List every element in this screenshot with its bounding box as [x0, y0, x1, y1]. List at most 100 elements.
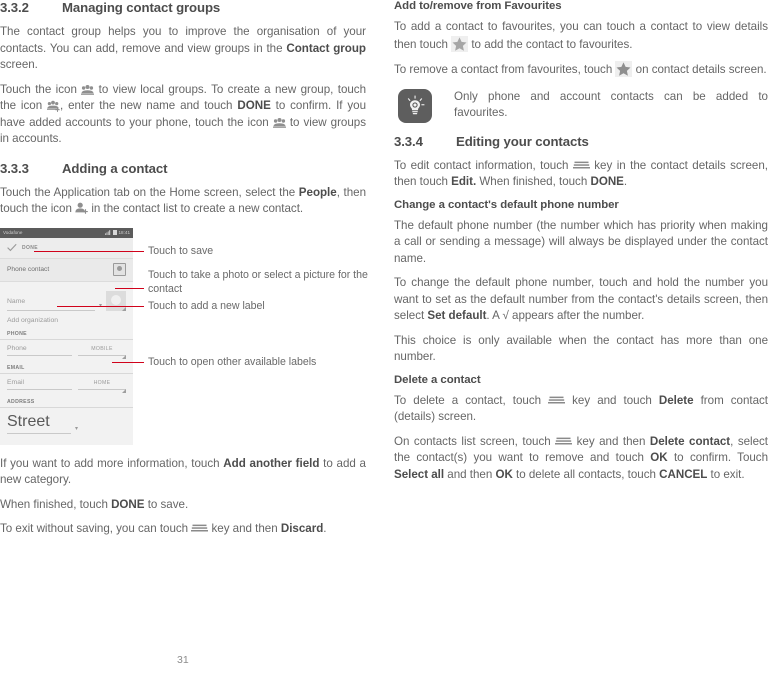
section-number: 3.3.4	[394, 133, 423, 149]
text-run: To delete a contact, touch	[394, 393, 549, 407]
street-chevron-down-icon[interactable]: ▾	[75, 425, 78, 434]
phone-done-bar[interactable]: DONE	[0, 237, 133, 259]
subheading-favourites: Add to/remove from Favourites	[394, 0, 562, 12]
text-run: . A	[486, 309, 503, 322]
bold-run: Delete contact	[649, 434, 731, 448]
signal-icon	[104, 230, 111, 235]
text-run: When finished, touch	[476, 175, 591, 188]
menu-key-icon	[555, 435, 573, 446]
name-placeholder: Name	[7, 297, 26, 305]
text-run: to delete all contacts, touch	[512, 467, 660, 481]
text-run: Touch the Application tab on the Home sc…	[0, 185, 299, 199]
text-run: to exit.	[707, 467, 745, 481]
text-run: key and then	[208, 522, 281, 535]
callout-line-other-labels	[112, 361, 144, 364]
phone-screenshot: Vodafone 18:41 DONE Phone contact Name A…	[0, 227, 133, 445]
bold-run: DONE	[111, 497, 145, 511]
group-accounts-icon	[272, 117, 286, 128]
text-run: key and touch	[565, 393, 659, 407]
tip-text: Only phone and account contacts can be a…	[454, 89, 768, 120]
text-run: To exit without saving, you can touch	[0, 522, 192, 535]
text-run: When finished, touch	[0, 497, 112, 511]
bold-run: DONE	[590, 175, 624, 188]
section-title: Managing contact groups	[62, 0, 221, 15]
email-label-dropdown[interactable]: HOME	[78, 380, 126, 393]
right-page-column: Add to/remove from Favourites To add a c…	[384, 0, 768, 674]
callout-label-save: Touch to save	[148, 244, 214, 257]
section-header-phone: PHONE	[0, 327, 133, 340]
star-icon	[451, 35, 469, 52]
contact-photo-button[interactable]	[106, 290, 126, 311]
paragraph-add-favourite: To add a contact to favourites, you can …	[394, 19, 768, 53]
add-organization-field[interactable]: Add organization	[0, 311, 133, 327]
phone-number-row[interactable]: Phone MOBILE	[0, 340, 133, 359]
menu-key-icon	[191, 522, 209, 533]
pobox-row[interactable]: PO box	[0, 434, 133, 445]
text-run: To edit contact information, touch	[394, 158, 573, 172]
text-run: to confirm. Touch	[667, 451, 768, 464]
text-run: to add the contact to favourites.	[468, 37, 633, 51]
group-icon	[81, 84, 95, 95]
callout-line-label	[57, 305, 144, 308]
paragraph-delete-multiple: On contacts list screen, touch key and t…	[394, 434, 768, 484]
carrier-label: Vodafone	[3, 230, 23, 235]
bold-run: Contact group	[286, 41, 366, 55]
account-label: Phone contact	[7, 266, 50, 273]
street-row[interactable]: Street ▾	[0, 408, 133, 434]
callout-line-photo	[115, 287, 144, 290]
paragraph-add-another-field: If you want to add more information, tou…	[0, 456, 366, 489]
text-run: appears after the number.	[508, 309, 645, 322]
text-run: , enter the new name and touch	[60, 99, 238, 112]
text-run: Touch the icon	[0, 82, 82, 96]
paragraph-remove-favourite: To remove a contact from favourites, tou…	[394, 61, 768, 79]
paragraph-edit-contact: To edit contact information, touch key i…	[394, 158, 768, 191]
phone-input[interactable]: Phone	[7, 345, 72, 356]
bold-run: Edit.	[451, 175, 477, 188]
subheading-default-number: Change a contact's default phone number	[394, 198, 619, 211]
callout-label-other-labels: Touch to open other available labels	[148, 355, 317, 368]
left-page-column: 3.3.2 Managing contact groups The contac…	[0, 0, 384, 674]
text-run: on contact details screen.	[632, 63, 767, 76]
paragraph-adding-contact: Touch the Application tab on the Home sc…	[0, 185, 366, 218]
paragraph-exit-without-saving: To exit without saving, you can touch ke…	[0, 521, 366, 538]
bold-run: OK	[495, 467, 513, 481]
bold-run: Add another field	[223, 456, 320, 470]
star-filled-icon	[615, 61, 633, 77]
text-run: If you want to add more information, tou…	[0, 456, 224, 470]
text-run: On contacts list screen, touch	[394, 434, 556, 448]
bold-run: Select all	[394, 467, 445, 481]
check-icon	[7, 241, 17, 255]
bold-run: DONE	[237, 99, 271, 112]
callout-label-new-label: Touch to add a new label	[148, 299, 265, 312]
page-number-left: 31	[177, 654, 189, 666]
group-add-icon	[47, 100, 60, 112]
bold-run: Set default	[427, 309, 487, 322]
bold-run: CANCEL	[659, 467, 708, 481]
phone-account-row[interactable]: Phone contact	[0, 258, 133, 282]
section-header-address: ADDRESS	[0, 395, 133, 408]
battery-icon	[112, 230, 117, 235]
text-run: and then	[444, 467, 496, 481]
email-row[interactable]: Email HOME	[0, 374, 133, 393]
text-run: To remove a contact from favourites, tou…	[394, 63, 616, 76]
menu-key-icon	[548, 394, 566, 405]
name-input[interactable]: Name	[7, 290, 95, 311]
clock-label: 18:41	[118, 230, 131, 235]
section-title: Editing your contacts	[456, 133, 589, 149]
paragraph-contact-group-intro: The contact group helps you to improve t…	[0, 24, 366, 74]
callout-line-save	[34, 250, 144, 253]
street-input[interactable]: Street	[7, 413, 71, 434]
text-run: .	[323, 522, 327, 535]
section-title: Adding a contact	[62, 160, 168, 176]
email-input[interactable]: Email	[7, 379, 72, 390]
paragraph-choice-availability: This choice is only available when the c…	[394, 333, 768, 364]
section-heading-333: 3.3.3 Adding a contact	[0, 161, 366, 176]
contact-card-icon	[113, 263, 126, 276]
paragraph-delete-single: To delete a contact, touch key and touch…	[394, 393, 768, 426]
bold-run: Discard	[280, 522, 324, 535]
contact-editor-figure: Vodafone 18:41 DONE Phone contact Name A…	[0, 227, 368, 447]
phone-label-dropdown[interactable]: MOBILE	[78, 346, 126, 359]
section-number: 3.3.2	[0, 0, 29, 15]
paragraph-change-default: To change the default phone number, touc…	[394, 275, 768, 325]
section-heading-334: 3.3.4 Editing your contacts	[394, 134, 768, 149]
